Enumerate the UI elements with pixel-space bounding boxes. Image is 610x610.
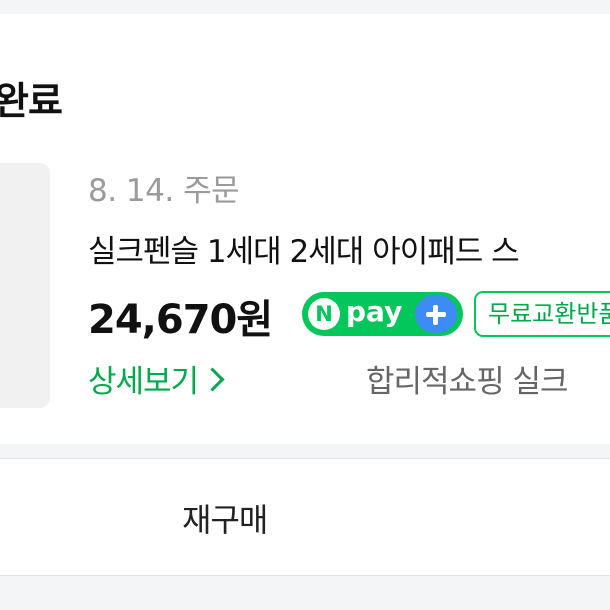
view-details-label: 상세보기 (88, 364, 199, 400)
chevron-right-icon (200, 367, 225, 392)
npay-label: pay (346, 295, 403, 328)
plus-icon (415, 295, 457, 333)
repurchase-button[interactable]: 재구매 (0, 458, 610, 576)
free-exchange-badge: 무료교환반품 (474, 291, 610, 337)
product-price: 24,670원 (88, 297, 273, 343)
store-name[interactable]: 합리적쇼핑 실크 (366, 356, 568, 401)
view-details-link[interactable]: 상세보기 (88, 356, 225, 401)
npay-plus-badge: N pay (302, 292, 463, 336)
order-status-title: 완료 (0, 79, 63, 123)
repurchase-label: 재구매 (182, 501, 268, 539)
order-page: 완료 8. 14. 주문 실크펜슬 1세대 2세대 아이패드 스 24,670원… (0, 0, 610, 610)
product-thumbnail[interactable] (0, 163, 50, 408)
order-date: 8. 14. 주문 (88, 173, 240, 209)
naver-n-icon: N (308, 298, 340, 330)
product-name[interactable]: 실크펜슬 1세대 2세대 아이패드 스 (88, 226, 520, 271)
